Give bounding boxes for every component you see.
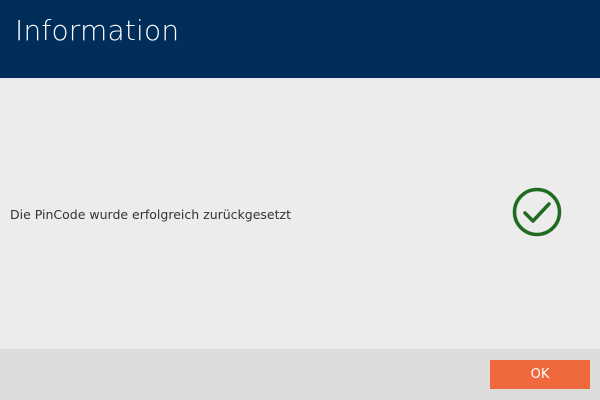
information-dialog: Information Die PinCode wurde erfolgreic… <box>0 0 600 400</box>
dialog-title: Information <box>15 14 180 47</box>
status-message: Die PinCode wurde erfolgreich zurückgese… <box>10 207 291 222</box>
check-circle-icon <box>512 187 562 237</box>
ok-button[interactable]: OK <box>490 360 590 389</box>
dialog-header: Information <box>0 0 600 78</box>
dialog-footer: OK <box>0 349 600 400</box>
dialog-content: Die PinCode wurde erfolgreich zurückgese… <box>0 78 600 349</box>
